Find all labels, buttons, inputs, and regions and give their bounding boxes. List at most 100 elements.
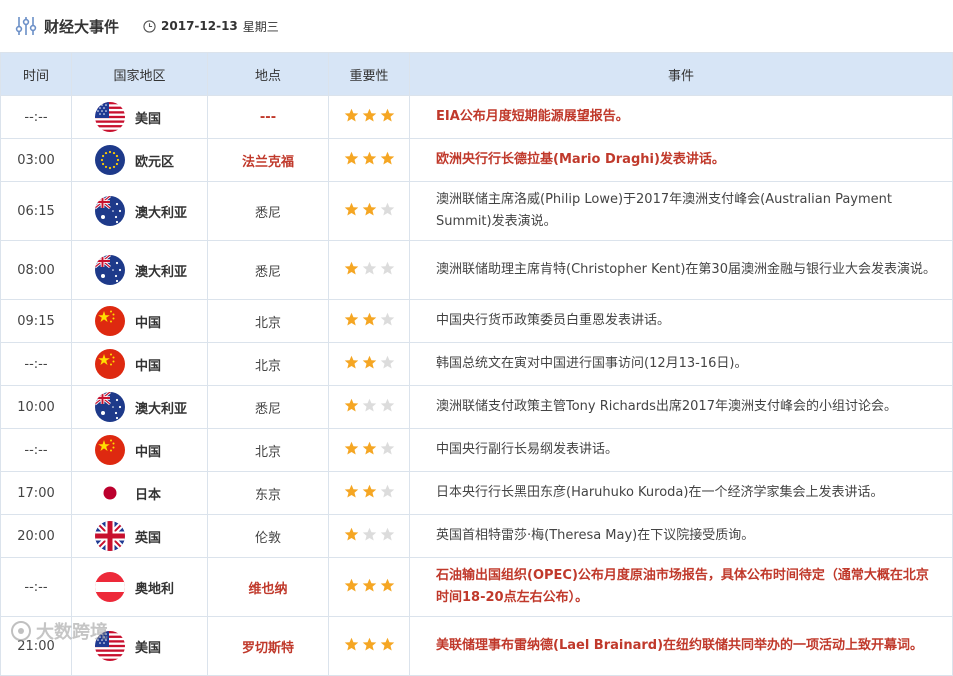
- table-row[interactable]: --:-- 美国 --- EIA公布月度短期能源展望报告。: [0, 95, 953, 139]
- location-cell: 北京: [207, 428, 329, 472]
- importance-cell: [328, 240, 410, 300]
- country-name: 中国: [135, 358, 162, 374]
- table-row[interactable]: --:-- 中国 北京 中国央行副行长易纲发表讲话。: [0, 428, 953, 472]
- col-header-importance: 重要性: [328, 52, 410, 96]
- event-cell: EIA公布月度短期能源展望报告。: [409, 95, 953, 139]
- location-cell: 北京: [207, 342, 329, 386]
- star-filled-icon: [362, 355, 376, 368]
- importance-cell: [328, 471, 410, 515]
- event-cell: 日本央行行长黑田东彦(Haruhuko Kuroda)在一个经济学家集会上发表讲…: [409, 471, 953, 515]
- time-cell: 10:00: [0, 385, 72, 429]
- country-cell: 奥地利: [71, 557, 208, 617]
- table-row[interactable]: 09:15 中国 北京 中国央行货币政策委员白重恩发表讲话。: [0, 299, 953, 343]
- table-row[interactable]: 10:00 澳大利亚 悉尼 澳洲联储支付政策主管Tony Richards出席2017…: [0, 385, 953, 429]
- table-header-row: 时间 国家地区 地点 重要性 事件: [0, 52, 953, 96]
- time-cell: 08:00: [0, 240, 72, 300]
- event-cell: 澳洲联储助理主席肯特(Christopher Kent)在第30届澳洲金融与银行…: [409, 240, 953, 300]
- importance-cell: [328, 299, 410, 343]
- clock-icon: [143, 19, 156, 33]
- importance-stars: [344, 202, 395, 217]
- country-cell: 澳大利亚: [71, 385, 208, 429]
- time-cell: 20:00: [0, 514, 72, 558]
- star-filled-icon: [344, 312, 358, 325]
- country-cell: 澳大利亚: [71, 240, 208, 300]
- date-display: 2017-12-13 星期三: [143, 18, 279, 35]
- star-filled-icon: [362, 202, 376, 215]
- weekday-text: 星期三: [242, 19, 279, 34]
- country-name: 美国: [135, 111, 162, 127]
- country-name: 英国: [135, 530, 162, 546]
- table-row[interactable]: --:-- 中国 北京 韩国总统文在寅对中国进行国事访问(12月13-16日)。: [0, 342, 953, 386]
- watermark: 大数跨境: [10, 618, 108, 644]
- flag-cn-icon: [95, 435, 125, 465]
- time-cell: 03:00: [0, 138, 72, 182]
- table-row[interactable]: 17:00 日本 东京 日本央行行长黑田东彦(Haruhuko Kuroda)在一个经…: [0, 471, 953, 515]
- table-row[interactable]: 21:00 美国 罗切斯特 美联储理事布雷纳德(Lael Brainard)在纽约联储…: [0, 616, 953, 676]
- star-filled-icon: [344, 527, 358, 540]
- country-cell: 英国: [71, 514, 208, 558]
- importance-stars: [344, 355, 395, 370]
- importance-cell: [328, 514, 410, 558]
- importance-cell: [328, 181, 410, 241]
- location-cell: 悉尼: [207, 385, 329, 429]
- importance-cell: [328, 138, 410, 182]
- country-cell: 中国: [71, 428, 208, 472]
- table-row[interactable]: 06:15 澳大利亚 悉尼 澳洲联储主席洛威(Philip Lowe)于2017年澳洲…: [0, 181, 953, 241]
- star-empty-icon: [380, 202, 394, 215]
- country-name: 中国: [135, 315, 162, 331]
- country-name: 澳大利亚: [135, 401, 188, 417]
- star-filled-icon: [380, 108, 394, 121]
- col-header-location: 地点: [207, 52, 329, 96]
- star-empty-icon: [380, 441, 394, 454]
- location-cell: 法兰克福: [207, 138, 329, 182]
- flag-au-icon: [95, 255, 125, 285]
- flag-at-icon: [95, 572, 125, 602]
- star-filled-icon: [344, 578, 358, 591]
- star-filled-icon: [344, 108, 358, 121]
- star-empty-icon: [362, 261, 376, 274]
- flag-cn-icon: [95, 306, 125, 336]
- page-header: 财经大事件 2017-12-13 星期三: [0, 0, 953, 52]
- event-cell: 中国央行副行长易纲发表讲话。: [409, 428, 953, 472]
- star-empty-icon: [380, 484, 394, 497]
- star-empty-icon: [362, 398, 376, 411]
- country-name: 澳大利亚: [135, 205, 188, 221]
- table-row[interactable]: 08:00 澳大利亚 悉尼 澳洲联储助理主席肯特(Christopher Kent)在…: [0, 240, 953, 300]
- importance-stars: [344, 108, 395, 123]
- event-cell: 英国首相特雷莎·梅(Theresa May)在下议院接受质询。: [409, 514, 953, 558]
- flag-eu-icon: [95, 145, 125, 175]
- star-filled-icon: [362, 484, 376, 497]
- star-filled-icon: [362, 108, 376, 121]
- star-filled-icon: [344, 441, 358, 454]
- watermark-logo-icon: [11, 621, 31, 641]
- star-filled-icon: [362, 441, 376, 454]
- country-cell: 中国: [71, 342, 208, 386]
- time-cell: --:--: [0, 342, 72, 386]
- country-name: 美国: [135, 640, 162, 656]
- table-row[interactable]: --:-- 奥地利 维也纳 石油输出国组织(OPEC)公布月度原油市场报告，具体公布时…: [0, 557, 953, 617]
- importance-stars: [344, 484, 395, 499]
- country-cell: 日本: [71, 471, 208, 515]
- table-row[interactable]: 20:00 英国 伦敦 英国首相特雷莎·梅(Theresa May)在下议院接受质询。: [0, 514, 953, 558]
- star-filled-icon: [344, 355, 358, 368]
- country-cell: 中国: [71, 299, 208, 343]
- star-filled-icon: [362, 151, 376, 164]
- country-name: 奥地利: [135, 581, 175, 597]
- event-cell: 澳洲联储支付政策主管Tony Richards出席2017年澳洲支付峰会的小组讨…: [409, 385, 953, 429]
- country-cell: 美国: [71, 95, 208, 139]
- watermark-text: 大数跨境: [36, 622, 108, 643]
- col-header-event: 事件: [409, 52, 953, 96]
- star-filled-icon: [380, 578, 394, 591]
- page-title: 财经大事件: [44, 17, 120, 36]
- importance-stars: [344, 151, 395, 166]
- date-text: 2017-12-13: [161, 19, 238, 33]
- star-filled-icon: [362, 312, 376, 325]
- country-cell: 澳大利亚: [71, 181, 208, 241]
- importance-cell: [328, 428, 410, 472]
- star-filled-icon: [380, 151, 394, 164]
- country-name: 澳大利亚: [135, 264, 188, 280]
- event-cell: 中国央行货币政策委员白重恩发表讲话。: [409, 299, 953, 343]
- table-row[interactable]: 03:00 欧元区 法兰克福 欧洲央行行长德拉基(Mario Draghi)发表讲话。: [0, 138, 953, 182]
- importance-stars: [344, 578, 395, 593]
- time-cell: 06:15: [0, 181, 72, 241]
